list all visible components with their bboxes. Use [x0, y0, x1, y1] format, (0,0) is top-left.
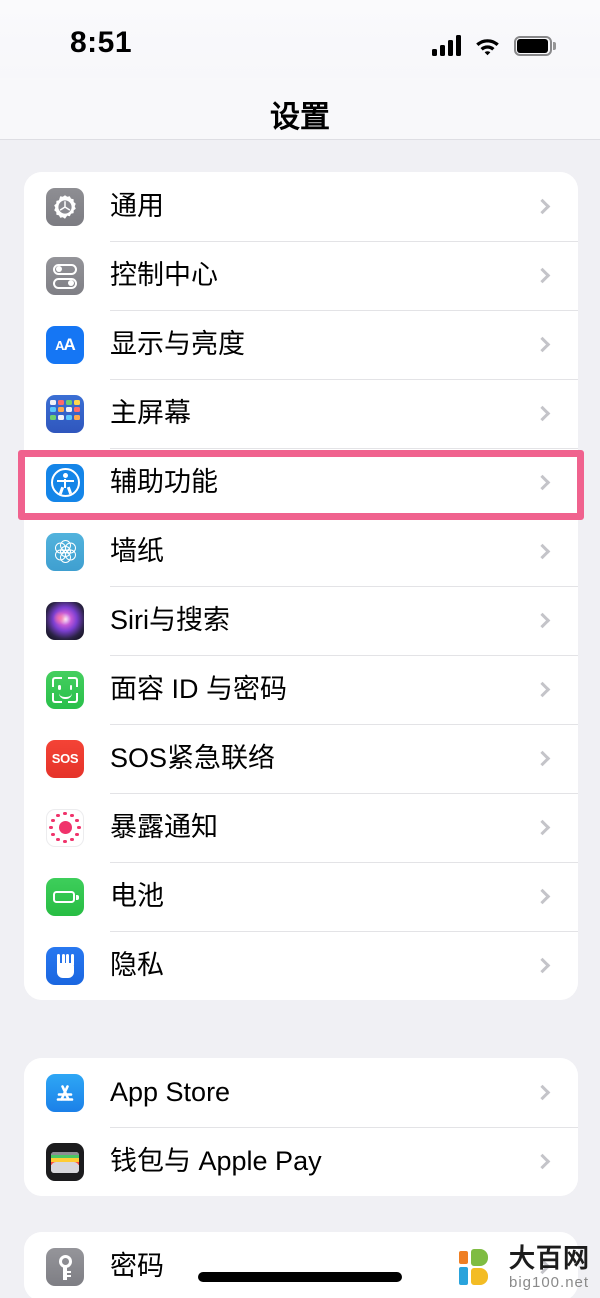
settings-row-siri-search[interactable]: Siri与搜索	[24, 586, 578, 655]
chevron-right-icon	[534, 681, 551, 697]
chevron-right-icon	[534, 198, 551, 214]
chevron-right-icon	[534, 1084, 551, 1100]
wallpaper-icon	[46, 532, 84, 571]
settings-row-label: 控制中心	[110, 260, 218, 290]
chevron-right-icon	[534, 405, 551, 421]
status-bar-icons	[432, 30, 556, 56]
chevron-right-icon	[534, 543, 551, 559]
settings-row-label: 密码	[110, 1251, 164, 1281]
chevron-right-icon	[534, 612, 551, 628]
settings-group-store: App Store 钱包与 Apple Pay	[24, 1058, 578, 1196]
settings-row-face-id-passcode[interactable]: 面容 ID 与密码	[24, 655, 578, 724]
settings-row-label: 主屏幕	[110, 398, 191, 428]
status-bar-time: 8:51	[70, 26, 133, 59]
settings-row-battery[interactable]: 电池	[24, 862, 578, 931]
settings-row-label: 暴露通知	[110, 812, 218, 842]
settings-row-control-center[interactable]: 控制中心	[24, 241, 578, 310]
accessibility-icon	[46, 463, 84, 502]
control-center-icon	[46, 256, 84, 295]
status-bar: 8:51	[0, 0, 600, 78]
settings-row-accessibility[interactable]: 辅助功能	[24, 448, 578, 517]
chevron-right-icon	[534, 750, 551, 766]
battery-settings-icon	[46, 877, 84, 916]
iphone-settings-screen: 8:51 设置 通用 控制中心 AA 显示与亮度 主屏幕 辅助功能 墙纸 Sir…	[0, 0, 600, 1298]
settings-row-exposure-notifications[interactable]: 暴露通知	[24, 793, 578, 862]
watermark-name-en: big100.net	[508, 1274, 590, 1291]
navigation-header: 设置	[0, 78, 600, 140]
app-store-icon	[46, 1073, 84, 1112]
settings-row-label: 通用	[110, 191, 164, 221]
settings-row-label: SOS紧急联络	[110, 743, 276, 773]
privacy-hand-icon	[46, 946, 84, 985]
settings-row-label: 墙纸	[110, 536, 164, 566]
settings-row-wallet-apple-pay[interactable]: 钱包与 Apple Pay	[24, 1127, 578, 1196]
watermark-name-cn: 大百网	[508, 1243, 590, 1273]
settings-row-app-store[interactable]: App Store	[24, 1058, 578, 1127]
face-id-icon	[46, 670, 84, 709]
chevron-right-icon	[534, 819, 551, 835]
settings-row-general[interactable]: 通用	[24, 172, 578, 241]
settings-row-label: 钱包与 Apple Pay	[110, 1146, 322, 1176]
chevron-right-icon	[534, 888, 551, 904]
settings-row-label: 隐私	[110, 950, 164, 980]
watermark: 大百网 big100.net	[458, 1245, 590, 1290]
settings-row-emergency-sos[interactable]: SOS SOS紧急联络	[24, 724, 578, 793]
settings-row-label: Siri与搜索	[110, 605, 230, 635]
settings-row-wallpaper[interactable]: 墙纸	[24, 517, 578, 586]
wallet-icon	[46, 1142, 84, 1181]
chevron-right-icon	[534, 267, 551, 283]
settings-row-label: 显示与亮度	[110, 329, 245, 359]
cellular-signal-icon	[432, 34, 461, 56]
chevron-right-icon	[534, 957, 551, 973]
emergency-sos-icon: SOS	[46, 739, 84, 778]
settings-row-label: 电池	[110, 881, 164, 911]
passwords-key-icon	[46, 1247, 84, 1286]
settings-row-label: App Store	[110, 1077, 231, 1107]
chevron-right-icon	[534, 336, 551, 352]
settings-row-display-brightness[interactable]: AA 显示与亮度	[24, 310, 578, 379]
settings-list[interactable]: 通用 控制中心 AA 显示与亮度 主屏幕 辅助功能 墙纸 Siri与搜索 面容 …	[0, 140, 600, 1298]
home-indicator[interactable]	[198, 1272, 402, 1282]
settings-row-label: 辅助功能	[110, 467, 218, 497]
settings-row-privacy[interactable]: 隐私	[24, 931, 578, 1000]
watermark-logo-icon	[458, 1247, 501, 1289]
battery-icon	[514, 36, 556, 56]
settings-group-system: 通用 控制中心 AA 显示与亮度 主屏幕 辅助功能 墙纸 Siri与搜索 面容 …	[24, 172, 578, 1000]
chevron-right-icon	[534, 474, 551, 490]
chevron-right-icon	[534, 1153, 551, 1169]
exposure-notifications-icon	[46, 808, 84, 847]
page-title: 设置	[270, 101, 330, 134]
settings-row-home-screen[interactable]: 主屏幕	[24, 379, 578, 448]
siri-search-icon	[46, 601, 84, 640]
home-screen-icon	[46, 394, 84, 433]
display-brightness-icon: AA	[46, 325, 84, 364]
settings-row-label: 面容 ID 与密码	[110, 674, 288, 704]
watermark-text: 大百网 big100.net	[509, 1245, 590, 1290]
wifi-icon	[474, 35, 501, 56]
settings-gear-icon	[46, 187, 84, 226]
